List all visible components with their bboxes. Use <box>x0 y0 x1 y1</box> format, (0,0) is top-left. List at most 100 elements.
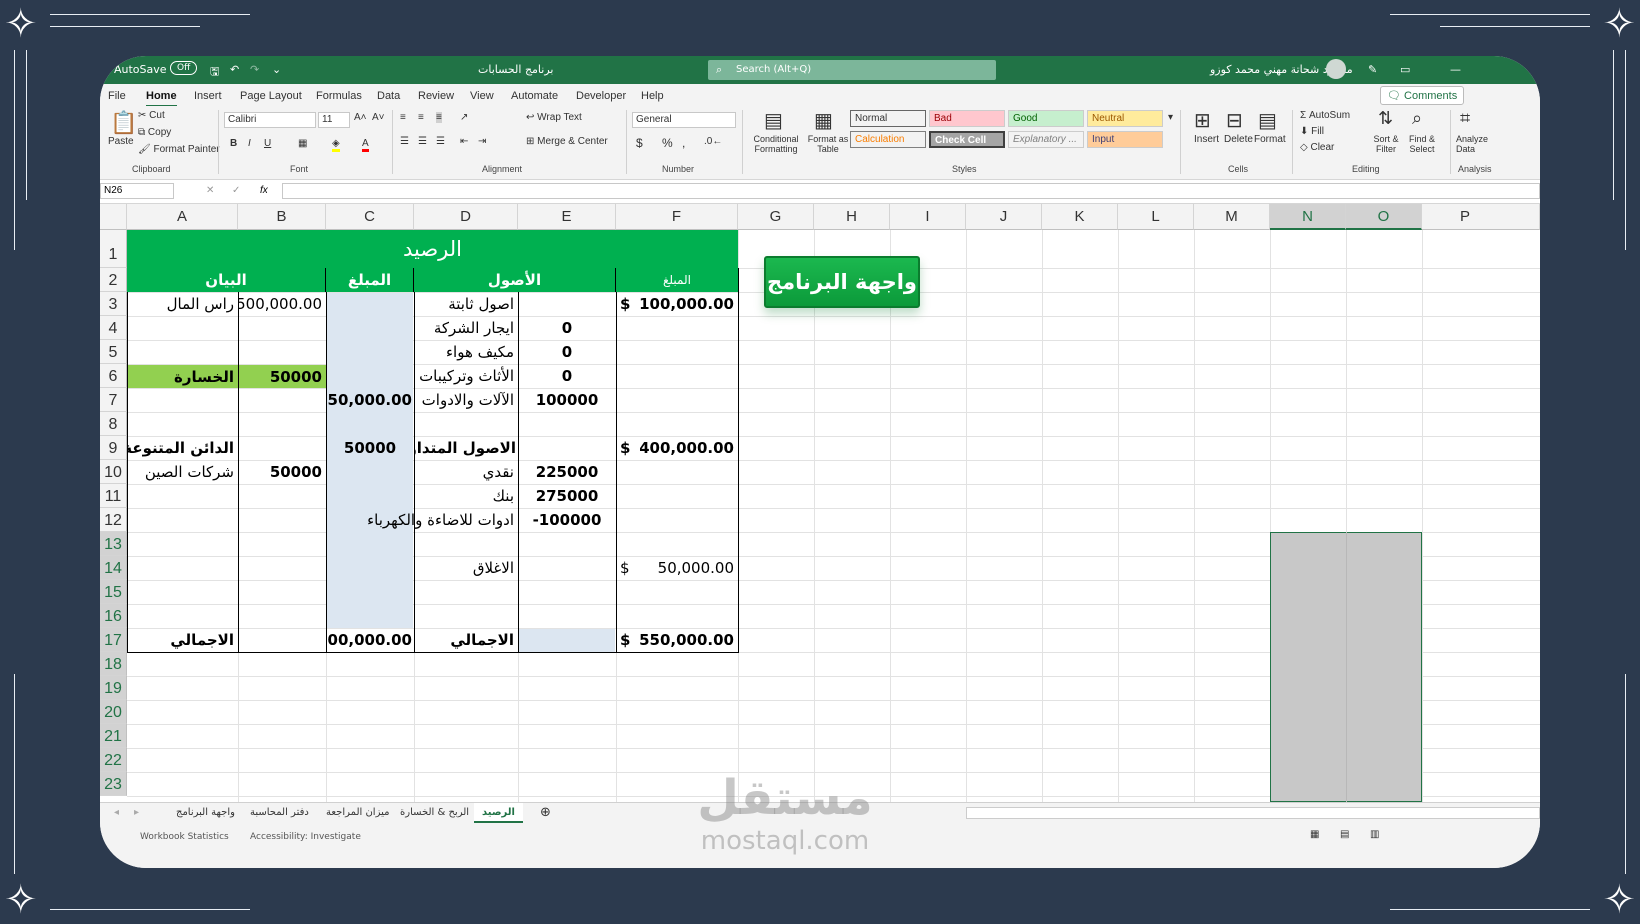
cell-b10[interactable]: 50000 <box>238 460 326 484</box>
format-as-table-button[interactable]: Format as Table <box>806 134 850 154</box>
tab-home[interactable]: Home <box>146 90 177 107</box>
cell-e12[interactable]: -100000 <box>518 508 616 532</box>
font-color-icon[interactable]: A <box>362 138 369 152</box>
clear-button[interactable]: ◇ Clear <box>1300 142 1334 153</box>
row-header-17[interactable]: 17 <box>100 628 127 652</box>
row-header-14[interactable]: 14 <box>100 556 127 580</box>
cell-d4[interactable]: ايجار الشركة <box>414 316 518 340</box>
style-check-cell[interactable]: Check Cell <box>929 131 1005 148</box>
program-interface-button[interactable]: واجهة البرنامج <box>764 256 920 308</box>
cell-f14[interactable]: 50,000.00 <box>640 556 738 580</box>
row-header-19[interactable]: 19 <box>100 676 127 700</box>
column-header-i[interactable]: I <box>890 204 966 230</box>
format-painter-button[interactable]: 🖌 Format Painter <box>138 144 220 155</box>
currency-icon[interactable]: $ <box>636 136 643 150</box>
cell-d5[interactable]: مكيف هواء <box>414 340 518 364</box>
column-header-h[interactable]: H <box>814 204 890 230</box>
cell-f3[interactable]: 100,000.00 <box>640 292 738 316</box>
cell-d14[interactable]: الاغلاق <box>414 556 518 580</box>
column-header-m[interactable]: M <box>1194 204 1270 230</box>
accessibility-status[interactable]: Accessibility: Investigate <box>250 827 361 847</box>
column-header-o[interactable]: O <box>1346 204 1422 230</box>
borders-icon[interactable]: ▦ <box>298 138 307 149</box>
header-osool[interactable]: الأصول <box>414 268 616 292</box>
cell-c17[interactable]: 600,000.00 <box>326 628 414 652</box>
insert-cells-icon[interactable]: ⊞ <box>1194 108 1211 133</box>
row-header-11[interactable]: 11 <box>100 484 127 508</box>
cell-e10[interactable]: 225000 <box>518 460 616 484</box>
row-header-4[interactable]: 4 <box>100 316 127 340</box>
tab-file[interactable]: File <box>108 90 126 102</box>
indent-increase-icon[interactable]: ⇥ <box>478 136 486 147</box>
row-header-20[interactable]: 20 <box>100 700 127 724</box>
cell-d9[interactable]: الاصول المتداولة <box>414 436 518 460</box>
comments-button[interactable]: 🗨 Comments <box>1380 86 1465 105</box>
column-header-f[interactable]: F <box>616 204 738 230</box>
cell-e7[interactable]: 100000 <box>518 388 616 412</box>
tab-developer[interactable]: Developer <box>576 90 626 102</box>
sheet-tab-trial-balance[interactable]: ميزان المراجعة <box>326 803 389 823</box>
comma-icon[interactable]: , <box>682 136 685 150</box>
cell-a6[interactable]: الخسارة <box>128 365 238 388</box>
workbook-statistics[interactable]: Workbook Statistics <box>140 827 229 847</box>
insert-cells-button[interactable]: Insert <box>1194 134 1219 145</box>
italic-button[interactable]: I <box>248 138 251 149</box>
tab-help[interactable]: Help <box>641 90 664 102</box>
column-header-l[interactable]: L <box>1118 204 1194 230</box>
row-header-18[interactable]: 18 <box>100 652 127 676</box>
align-top-icon[interactable]: ≡ <box>400 112 406 123</box>
column-header-k[interactable]: K <box>1042 204 1118 230</box>
align-right-icon[interactable]: ☰ <box>436 136 445 147</box>
autosave-toggle[interactable]: Off <box>170 61 198 75</box>
row-header-13[interactable]: 13 <box>100 532 127 556</box>
percent-icon[interactable]: % <box>662 136 673 150</box>
align-left-icon[interactable]: ☰ <box>400 136 409 147</box>
cell-a17[interactable]: الاجمالي <box>127 628 238 652</box>
fill-color-icon[interactable]: ◈ <box>332 138 340 152</box>
column-header-n[interactable]: N <box>1270 204 1346 230</box>
tab-insert[interactable]: Insert <box>194 90 222 102</box>
avatar[interactable] <box>1326 59 1346 79</box>
name-box[interactable]: N26 <box>100 183 174 199</box>
row-header-7[interactable]: 7 <box>100 388 127 412</box>
header-bayan[interactable]: البيان <box>127 268 326 292</box>
horizontal-scrollbar[interactable] <box>966 807 1540 819</box>
customize-icon[interactable]: ⌄ <box>272 63 281 76</box>
align-bottom-icon[interactable]: ≡ <box>436 112 442 123</box>
cell-d12[interactable]: ادوات للاضاءة والكهرباء <box>340 508 518 532</box>
number-format-select[interactable]: General <box>632 112 736 128</box>
font-name-select[interactable]: Calibri <box>224 112 316 128</box>
row-header-6[interactable]: 6 <box>100 364 127 388</box>
font-size-select[interactable]: 11 <box>318 112 350 128</box>
copy-button[interactable]: ⧉ Copy <box>138 127 171 138</box>
tab-view[interactable]: View <box>470 90 494 102</box>
conditional-formatting-icon[interactable]: ▤ <box>764 108 783 133</box>
cell-f9[interactable]: 400,000.00 <box>640 436 738 460</box>
bold-button[interactable]: B <box>230 138 237 149</box>
sheet-tab-profit-loss[interactable]: الربح & الخسارة <box>400 803 469 823</box>
cell-a9[interactable]: الدائن المتنوعة <box>127 436 238 460</box>
indent-decrease-icon[interactable]: ⇤ <box>460 136 468 147</box>
grow-font-icon[interactable]: A˄ <box>354 112 367 123</box>
fill-button[interactable]: ⬇ Fill <box>1300 126 1324 137</box>
tab-formulas[interactable]: Formulas <box>316 90 362 102</box>
tab-review[interactable]: Review <box>418 90 454 102</box>
style-calculation[interactable]: Calculation <box>850 131 926 148</box>
column-header-p[interactable]: P <box>1422 204 1540 230</box>
styles-more-icon[interactable]: ▾ <box>1168 112 1173 123</box>
align-center-icon[interactable]: ☰ <box>418 136 427 147</box>
row-header-21[interactable]: 21 <box>100 724 127 748</box>
sheet-tab-ledger[interactable]: دفتر المحاسبة <box>250 803 309 823</box>
increase-decimal-icon[interactable]: .0← <box>704 136 722 147</box>
cell-e6[interactable]: 0 <box>518 364 616 388</box>
orientation-icon[interactable]: ↗ <box>460 112 468 123</box>
cell-e11[interactable]: 275000 <box>518 484 616 508</box>
ribbon-display-icon[interactable]: ▭ <box>1400 63 1410 76</box>
column-header-a[interactable]: A <box>127 204 238 230</box>
find-select-icon[interactable]: ⌕ <box>1412 108 1422 129</box>
align-middle-icon[interactable]: ≡ <box>418 112 424 123</box>
tab-data[interactable]: Data <box>377 90 400 102</box>
search-box[interactable]: ⌕ Search (Alt+Q) <box>708 60 996 80</box>
redo-icon[interactable]: ↷ <box>250 63 259 76</box>
minimize-icon[interactable]: — <box>1450 63 1461 76</box>
